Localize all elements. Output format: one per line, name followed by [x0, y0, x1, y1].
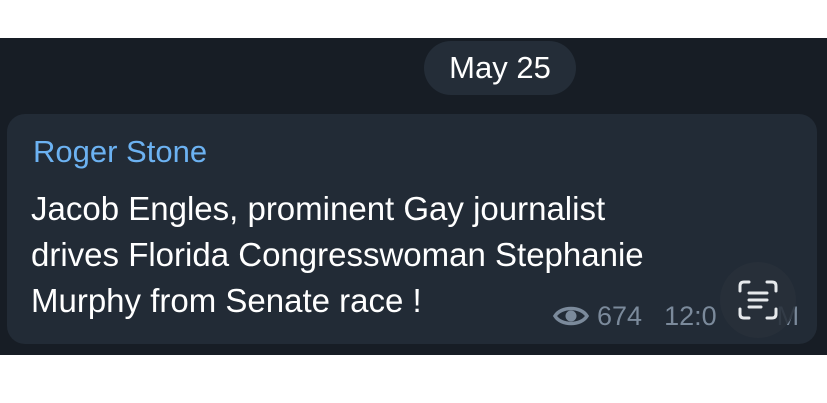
date-separator: May 25 [424, 41, 576, 95]
text-scan-icon [738, 280, 778, 320]
text-scan-button[interactable] [720, 262, 796, 338]
message-line: Jacob Engles, prominent Gay journalist [31, 190, 606, 227]
view-count: 674 [597, 300, 643, 331]
eye-icon [553, 306, 589, 326]
message-bubble[interactable]: Roger Stone Jacob Engles, prominent Gay … [7, 114, 817, 344]
bottom-margin [0, 355, 827, 403]
message-time: 12:0 [664, 300, 717, 331]
sender-name[interactable]: Roger Stone [33, 134, 207, 170]
message-line: drives Florida Congresswoman Stephanie [31, 236, 644, 273]
date-label: May 25 [449, 50, 551, 85]
top-margin [0, 0, 827, 38]
